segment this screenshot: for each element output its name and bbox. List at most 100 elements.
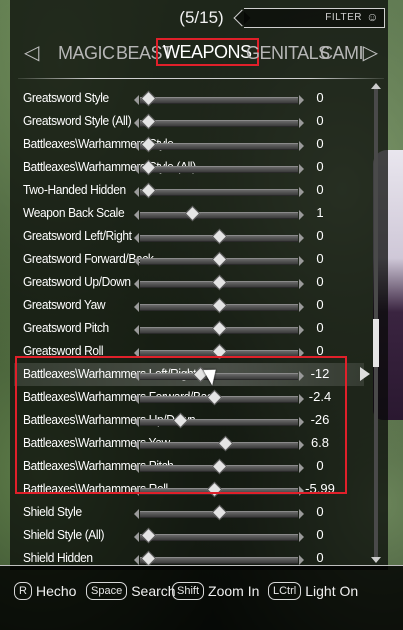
slider-track[interactable] bbox=[134, 297, 304, 314]
hint-zoom-label: Zoom In bbox=[208, 583, 260, 599]
key-r: R bbox=[14, 582, 32, 600]
tab-weapons[interactable]: WEAPONS bbox=[156, 38, 259, 66]
slider-track[interactable] bbox=[134, 435, 304, 452]
slider-thumb[interactable] bbox=[140, 182, 157, 199]
slider-row[interactable]: Battleaxes\Warhammers Left/Right -12 bbox=[0, 363, 403, 386]
scroll-down-icon[interactable] bbox=[371, 557, 381, 563]
slider-track[interactable] bbox=[134, 527, 304, 544]
hint-light-label: Light On bbox=[305, 583, 359, 599]
slider-value: 0 bbox=[316, 550, 324, 565]
hint-zoom[interactable]: Shift Zoom In bbox=[172, 581, 259, 601]
tab-cami[interactable]: CAMI bbox=[320, 40, 364, 66]
slider-value: 0 bbox=[316, 458, 324, 473]
slider-track[interactable] bbox=[134, 412, 304, 429]
slider-thumb[interactable] bbox=[211, 251, 228, 268]
slider-row[interactable]: Battleaxes\Warhammers Forward/Back -2.4 bbox=[0, 386, 403, 409]
slider-value: -5.99 bbox=[305, 481, 335, 496]
slider-row[interactable]: Battleaxes\Warhammers Style (All) 0 bbox=[0, 156, 403, 179]
filter-label: FILTER bbox=[325, 12, 362, 23]
slider-label: Greatsword Pitch bbox=[23, 320, 109, 335]
hint-light[interactable]: LCtrl Light On bbox=[268, 581, 358, 601]
slider-row[interactable]: Greatsword Up/Down 0 bbox=[0, 271, 403, 294]
slider-thumb[interactable] bbox=[211, 274, 228, 291]
slider-track[interactable] bbox=[134, 320, 304, 337]
slider-thumb[interactable] bbox=[211, 228, 228, 245]
tab-genitals[interactable]: GENITALS bbox=[246, 40, 330, 66]
slider-thumb[interactable] bbox=[184, 205, 201, 222]
hint-search[interactable]: Space Search bbox=[86, 581, 176, 601]
slider-row[interactable]: Shield Style (All) 0 bbox=[0, 524, 403, 547]
slider-track[interactable] bbox=[134, 228, 304, 245]
hint-done-label: Hecho bbox=[35, 583, 77, 599]
slider-thumb[interactable] bbox=[218, 435, 234, 452]
slider-value: 1 bbox=[316, 205, 324, 220]
slider-value: 0 bbox=[316, 182, 324, 197]
scroll-up-icon[interactable] bbox=[371, 83, 381, 89]
tab-right-arrow-icon[interactable]: ▷ bbox=[363, 40, 378, 66]
slider-track[interactable] bbox=[134, 343, 304, 360]
slider-track[interactable] bbox=[134, 90, 304, 107]
slider-row[interactable]: Battleaxes\Warhammers Pitch 0 bbox=[0, 455, 403, 478]
slider-track[interactable] bbox=[134, 113, 304, 130]
slider-value: 0 bbox=[316, 136, 324, 151]
slider-label: Greatsword Roll bbox=[23, 343, 104, 358]
slider-thumb[interactable] bbox=[140, 527, 157, 544]
slider-row[interactable]: Greatsword Left/Right 0 bbox=[0, 225, 403, 248]
slider-row[interactable]: Battleaxes\Warhammers Up/Down -26 bbox=[0, 409, 403, 432]
slider-thumb[interactable] bbox=[140, 550, 157, 567]
hint-search-label: Search bbox=[131, 583, 176, 599]
slider-value: -2.4 bbox=[308, 389, 332, 404]
slider-track[interactable] bbox=[134, 182, 304, 199]
slider-track[interactable] bbox=[134, 136, 304, 153]
slider-value: 0 bbox=[316, 343, 324, 358]
tab-left-arrow-icon[interactable]: ◁ bbox=[24, 40, 39, 66]
slider-thumb[interactable] bbox=[211, 320, 228, 337]
slider-row[interactable]: Greatsword Roll 0 bbox=[0, 340, 403, 363]
slider-row[interactable]: Shield Style 0 bbox=[0, 501, 403, 524]
slider-row[interactable]: Battleaxes\Warhammers Yaw 6.8 bbox=[0, 432, 403, 455]
slider-thumb[interactable] bbox=[140, 90, 157, 107]
slider-value: 6.8 bbox=[310, 435, 330, 450]
category-tabs: ◁ MAGIC BEAST WEAPONS GENITALS CAMI ▷ bbox=[24, 38, 378, 66]
slider-row[interactable]: Battleaxes\Warhammers Roll -5.99 bbox=[0, 478, 403, 501]
slider-track[interactable] bbox=[134, 481, 304, 498]
slider-row[interactable]: Battleaxes\Warhammers Style 0 bbox=[0, 133, 403, 156]
key-lctrl: LCtrl bbox=[268, 582, 302, 600]
scrollbar[interactable] bbox=[371, 83, 381, 563]
slider-thumb[interactable] bbox=[211, 297, 228, 314]
slider-track[interactable] bbox=[134, 159, 304, 176]
slider-row[interactable]: Greatsword Yaw 0 bbox=[0, 294, 403, 317]
filter-search[interactable]: FILTER ☺ bbox=[244, 8, 385, 28]
slider-label: Greatsword Yaw bbox=[23, 297, 106, 312]
slider-row[interactable]: Greatsword Pitch 0 bbox=[0, 317, 403, 340]
slider-value: 0 bbox=[316, 228, 324, 243]
hint-done[interactable]: R Hecho bbox=[14, 581, 76, 601]
slider-label: Greatsword Style (All) bbox=[23, 113, 132, 128]
slider-track[interactable] bbox=[134, 274, 304, 291]
slider-row[interactable]: Greatsword Forward/Back 0 bbox=[0, 248, 403, 271]
footer-bar: R Hecho Space Search Shift Zoom In LCtrl… bbox=[0, 566, 403, 630]
slider-track[interactable] bbox=[134, 458, 304, 475]
slider-value: 0 bbox=[316, 527, 324, 542]
tab-magic[interactable]: MAGIC bbox=[58, 40, 115, 66]
slider-track[interactable] bbox=[134, 550, 304, 567]
slider-row[interactable]: Greatsword Style (All) 0 bbox=[0, 110, 403, 133]
slider-row[interactable]: Two-Handed Hidden 0 bbox=[0, 179, 403, 202]
slider-row[interactable]: Greatsword Style 0 bbox=[0, 87, 403, 110]
slider-value: -12 bbox=[310, 366, 330, 381]
slider-thumb[interactable] bbox=[211, 343, 228, 360]
slider-value: 0 bbox=[316, 159, 324, 174]
slider-thumb[interactable] bbox=[206, 481, 223, 498]
slider-value: -26 bbox=[310, 412, 330, 427]
scroll-thumb[interactable] bbox=[373, 319, 379, 367]
slider-thumb[interactable] bbox=[140, 113, 157, 130]
slider-track[interactable] bbox=[134, 251, 304, 268]
slider-thumb[interactable] bbox=[211, 458, 228, 475]
slider-thumb[interactable] bbox=[211, 504, 228, 521]
slider-track[interactable] bbox=[134, 504, 304, 521]
slider-label: Shield Style (All) bbox=[23, 527, 105, 542]
slider-label: Greatsword Left/Right bbox=[23, 228, 132, 243]
slider-track[interactable] bbox=[134, 205, 304, 222]
slider-track[interactable] bbox=[134, 389, 304, 406]
slider-row[interactable]: Weapon Back Scale 1 bbox=[0, 202, 403, 225]
